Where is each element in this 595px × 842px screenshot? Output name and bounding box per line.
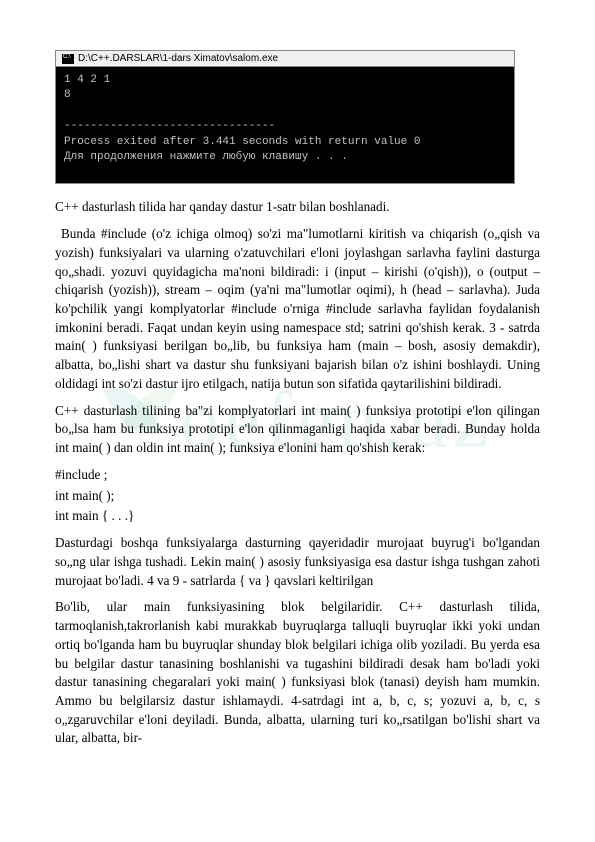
console-press-line: Для продолжения нажмите любую клавишу . … <box>64 151 348 163</box>
code-line-2: int main( ); <box>55 487 540 506</box>
paragraph-3: C++ dasturlash tilining ba"zi komplyator… <box>55 402 540 458</box>
console-titlebar: D:\C++.DARSLAR\1-dars Ximatov\salom.exe <box>55 50 515 66</box>
console-output: 1 4 2 1 8 ------------------------------… <box>55 66 515 184</box>
console-line-2: 8 <box>64 89 71 101</box>
paragraph-1: C++ dasturlash tilida har qanday dastur … <box>55 198 540 217</box>
console-window: D:\C++.DARSLAR\1-dars Ximatov\salom.exe … <box>55 50 515 184</box>
paragraph-5: Bo'lib, ular main funksiyasining blok be… <box>55 598 540 748</box>
cmd-icon <box>62 54 74 64</box>
console-process-line: Process exited after 3.441 seconds with … <box>64 136 420 148</box>
paragraph-2: Bunda #include (o'z ichiga olmoq) so'zi … <box>55 225 540 394</box>
code-line-3: int main { . . .} <box>55 507 540 526</box>
console-line-1: 1 4 2 1 <box>64 74 110 86</box>
page-content: D:\C++.DARSLAR\1-dars Ximatov\salom.exe … <box>0 0 595 788</box>
body-text: C++ dasturlash tilida har qanday dastur … <box>55 198 540 748</box>
console-dashes: -------------------------------- <box>64 120 275 132</box>
code-line-1: #include ; <box>55 466 540 485</box>
console-title: D:\C++.DARSLAR\1-dars Ximatov\salom.exe <box>78 53 278 64</box>
paragraph-4: Dasturdagi boshqa funksiyalarga dasturni… <box>55 534 540 590</box>
